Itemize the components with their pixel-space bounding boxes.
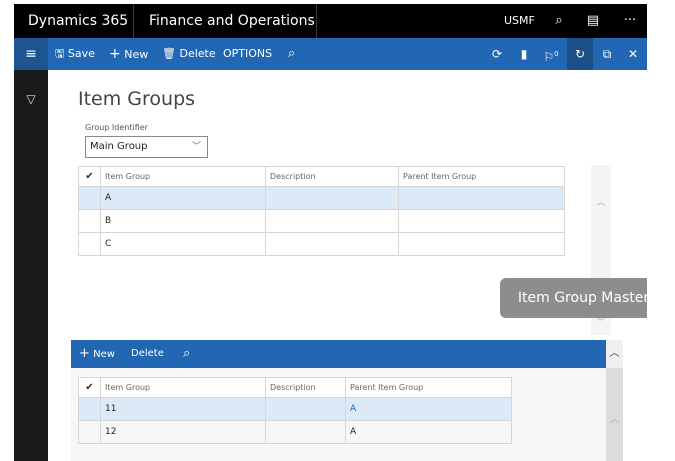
item-group-cell[interactable]: 11: [100, 397, 266, 421]
chevron-down-icon: ﹀: [191, 142, 201, 152]
close-icon[interactable]: ✕: [620, 38, 646, 70]
chevron-up-icon[interactable]: ︿: [606, 340, 623, 368]
select-all-checkbox[interactable]: ✔: [78, 377, 101, 398]
parent-item-group-cell[interactable]: [398, 232, 565, 256]
refresh-icon[interactable]: ↻: [567, 38, 593, 70]
description-cell[interactable]: [265, 232, 399, 256]
column-header-parent-item-group[interactable]: Parent Item Group: [345, 377, 512, 398]
app-window: Dynamics 365 Finance and Operations USMF…: [14, 0, 647, 461]
row-select-cell[interactable]: [78, 209, 101, 233]
more-icon[interactable]: ···: [617, 4, 643, 38]
parent-item-group-cell[interactable]: [398, 186, 565, 210]
column-header-item-group[interactable]: Item Group: [100, 166, 266, 187]
tooltip-callout: Item Group Master: [500, 278, 647, 318]
group-identifier-select[interactable]: Main Group ﹀: [85, 136, 208, 158]
grid-header-row: ✔ Item Group Description Parent Item Gro…: [78, 377, 512, 398]
trash-icon: 🗑: [162, 47, 176, 60]
attachment-icon[interactable]: ⚐0: [538, 38, 564, 70]
row-select-cell[interactable]: [78, 186, 101, 210]
save-label: Save: [67, 47, 95, 60]
parent-item-group-cell[interactable]: A: [345, 420, 512, 444]
table-row[interactable]: C: [78, 232, 565, 256]
group-identifier-value: Main Group: [90, 141, 148, 152]
table-row[interactable]: B: [78, 209, 565, 233]
item-group-cell[interactable]: B: [100, 209, 266, 233]
filter-icon[interactable]: ▽: [14, 92, 48, 106]
open-new-window-icon[interactable]: ⧉: [594, 38, 620, 70]
column-header-description[interactable]: Description: [265, 166, 399, 187]
row-select-cell[interactable]: [78, 397, 101, 421]
lower-new-button[interactable]: + New: [79, 340, 115, 368]
action-bar: ≡ 🖫 Save + New 🗑 Delete OPTIONS ⌕ ⟳ ▮ ⚐0…: [14, 38, 647, 70]
chevron-up-icon[interactable]: ︿: [591, 195, 611, 208]
page-title: Item Groups: [78, 88, 196, 110]
delete-button[interactable]: 🗑 Delete: [162, 38, 216, 70]
plus-icon: +: [109, 46, 121, 62]
search-icon[interactable]: ⌕: [288, 38, 295, 70]
search-icon[interactable]: ⌕: [183, 340, 190, 368]
chevron-up-icon[interactable]: ︿: [606, 412, 623, 425]
table-row[interactable]: 11 A: [78, 397, 512, 421]
new-label: New: [93, 349, 115, 360]
description-cell[interactable]: [265, 397, 346, 421]
top-bar: Dynamics 365 Finance and Operations USMF…: [14, 4, 647, 38]
module-name[interactable]: Finance and Operations: [135, 4, 317, 38]
left-nav-rail: ▽: [14, 70, 48, 461]
app-brand[interactable]: Dynamics 365: [14, 4, 134, 38]
lower-delete-button[interactable]: Delete: [131, 340, 164, 368]
description-cell[interactable]: [265, 420, 346, 444]
plus-icon: +: [79, 346, 90, 361]
save-button[interactable]: 🖫 Save: [55, 38, 95, 70]
new-button[interactable]: + New: [109, 38, 148, 70]
lower-action-bar: + New Delete ⌕: [71, 340, 606, 368]
item-group-cell[interactable]: 12: [100, 420, 266, 444]
grid-header-row: ✔ Item Group Description Parent Item Gro…: [78, 166, 565, 187]
group-identifier-label: Group Identifier: [85, 123, 148, 132]
row-select-cell[interactable]: [78, 420, 101, 444]
select-all-checkbox[interactable]: ✔: [78, 166, 101, 187]
lower-grid-scrollbar[interactable]: ︿: [606, 368, 623, 461]
description-cell[interactable]: [265, 209, 399, 233]
table-row[interactable]: 12 A: [78, 420, 512, 444]
column-header-parent-item-group[interactable]: Parent Item Group: [398, 166, 565, 187]
row-select-cell[interactable]: [78, 232, 101, 256]
office-icon[interactable]: ▮: [511, 38, 537, 70]
search-icon[interactable]: ⌕: [546, 4, 572, 38]
chat-icon[interactable]: ▤: [580, 4, 606, 38]
item-group-cell[interactable]: C: [100, 232, 266, 256]
column-header-description[interactable]: Description: [265, 377, 346, 398]
options-button[interactable]: OPTIONS: [223, 38, 272, 70]
new-label: New: [124, 48, 149, 61]
column-header-item-group[interactable]: Item Group: [100, 377, 266, 398]
attachment-count: 0: [554, 50, 559, 58]
parent-item-group-cell[interactable]: A: [345, 397, 512, 421]
link-icon[interactable]: ⟳: [484, 38, 510, 70]
save-icon: 🖫: [55, 47, 65, 60]
hamburger-icon[interactable]: ≡: [14, 38, 48, 70]
company-selector[interactable]: USMF: [504, 4, 535, 38]
item-group-cell[interactable]: A: [100, 186, 266, 210]
parent-item-group-cell[interactable]: [398, 209, 565, 233]
table-row[interactable]: A: [78, 186, 565, 210]
upper-item-group-grid: ✔ Item Group Description Parent Item Gro…: [78, 166, 565, 256]
delete-label: Delete: [179, 47, 216, 60]
lower-item-group-grid: ✔ Item Group Description Parent Item Gro…: [78, 377, 512, 444]
description-cell[interactable]: [265, 186, 399, 210]
